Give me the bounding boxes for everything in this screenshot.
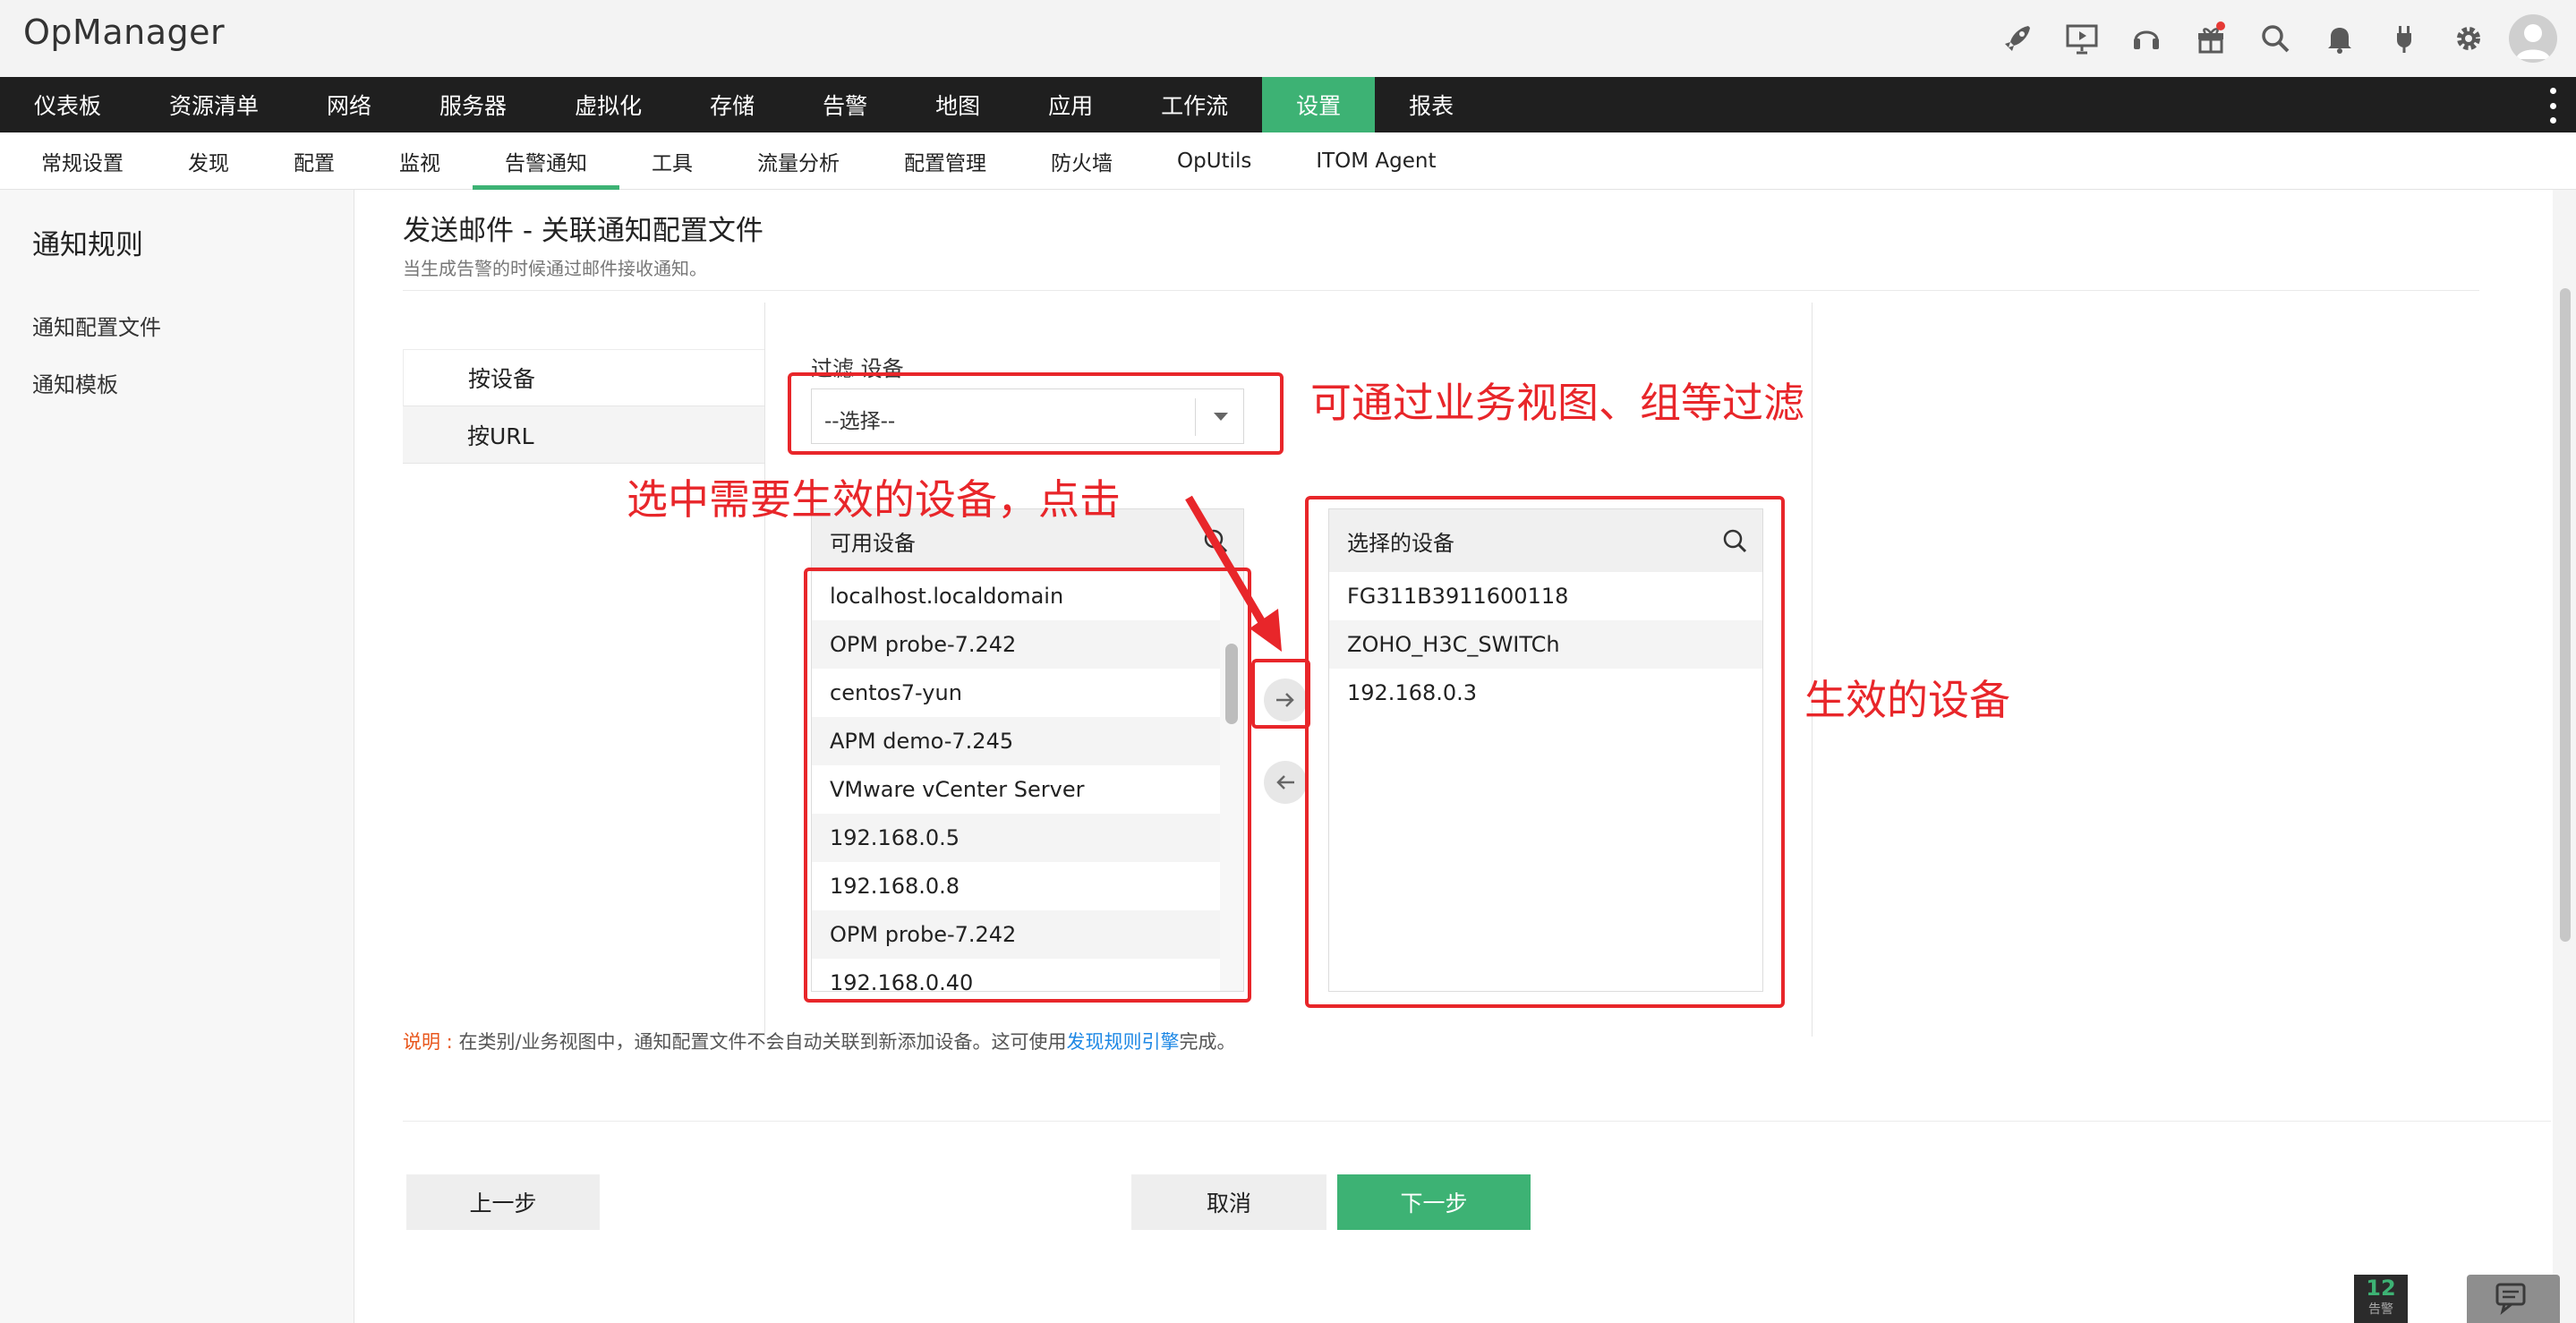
app-logo[interactable]: OpManager (23, 13, 225, 52)
association-tabs: 按设备 按URL (403, 349, 764, 464)
list-header-label: 可用设备 (830, 530, 916, 556)
prev-button[interactable]: 上一步 (406, 1174, 600, 1230)
gift-icon[interactable] (2179, 13, 2243, 64)
annotation-box-move-button (1251, 659, 1310, 729)
discovery-rule-link[interactable]: 发现规则引擎 (1067, 1031, 1180, 1053)
annotation-box-available (804, 568, 1251, 1003)
gear-icon[interactable] (2436, 13, 2501, 64)
user-avatar-icon[interactable] (2501, 13, 2565, 64)
alarm-count-badge[interactable]: 12 告警 (2354, 1275, 2408, 1323)
note-label: 说明 : (403, 1031, 453, 1053)
plug-icon[interactable] (2372, 13, 2436, 64)
nav-alarms[interactable]: 告警 (789, 77, 901, 132)
presentation-icon[interactable] (2050, 13, 2114, 64)
subnav-tools[interactable]: 工具 (619, 132, 725, 190)
annotation-effective-note: 生效的设备 (1804, 676, 2010, 724)
subnav-oputils[interactable]: OpUtils (1145, 132, 1284, 190)
subnav-flow-analysis[interactable]: 流量分析 (725, 132, 872, 190)
note-text: 在类别/业务视图中，通知配置文件不会自动关联到新添加设备。这可使用 (452, 1031, 1067, 1053)
sidebar-item-profiles[interactable]: 通知配置文件 (32, 310, 161, 341)
subnav-config-mgmt[interactable]: 配置管理 (872, 132, 1019, 190)
nav-apps[interactable]: 应用 (1014, 77, 1127, 132)
next-button[interactable]: 下一步 (1337, 1174, 1531, 1230)
subnav-itom-agent[interactable]: ITOM Agent (1284, 132, 1468, 190)
sidebar-title: 通知规则 (32, 229, 143, 261)
alarm-count-label: 告警 (2368, 1302, 2393, 1317)
nav-settings[interactable]: 设置 (1262, 77, 1376, 132)
nav-dashboard[interactable]: 仪表板 (0, 77, 135, 132)
sidebar-item-templates[interactable]: 通知模板 (32, 367, 118, 398)
tab-by-device[interactable]: 按设备 (403, 349, 764, 406)
search-icon[interactable] (2243, 13, 2307, 64)
subnav-discovery[interactable]: 发现 (156, 132, 261, 190)
chat-icon (2495, 1283, 2526, 1315)
page-title: 发送邮件 - 关联通知配置文件 (403, 215, 763, 247)
subnav-firewall[interactable]: 防火墙 (1019, 132, 1145, 190)
search-icon[interactable] (1202, 527, 1229, 554)
headset-icon[interactable] (2114, 13, 2179, 64)
nav-virtualization[interactable]: 虚拟化 (541, 77, 676, 132)
sidebar: 通知规则 通知配置文件 通知模板 (0, 190, 354, 1323)
tab-by-url[interactable]: 按URL (403, 406, 764, 464)
annotation-box-selected (1305, 496, 1785, 1008)
bell-icon[interactable] (2307, 13, 2372, 64)
subnav-monitoring[interactable]: 监视 (367, 132, 473, 190)
subnav-general[interactable]: 常规设置 (9, 132, 156, 190)
nav-workflow[interactable]: 工作流 (1127, 77, 1262, 132)
nav-reports[interactable]: 报表 (1375, 77, 1488, 132)
divider (403, 1121, 2551, 1122)
scrollbar-thumb[interactable] (2560, 288, 2571, 942)
chat-button[interactable] (2467, 1275, 2560, 1323)
more-menu-icon[interactable] (2544, 88, 2562, 124)
note-tail: 完成。 (1179, 1031, 1236, 1053)
divider (764, 303, 765, 1037)
annotation-filter-note: 可通过业务视图、组等过滤 (1310, 379, 1804, 427)
nav-inventory[interactable]: 资源清单 (135, 77, 293, 132)
nav-servers[interactable]: 服务器 (405, 77, 541, 132)
header-icon-bar (1985, 13, 2565, 64)
info-note: 说明 : 在类别/业务视图中，通知配置文件不会自动关联到新添加设备。这可使用发现… (403, 1028, 1236, 1054)
subnav-notifications[interactable]: 告警通知 (473, 132, 619, 190)
divider (403, 290, 2479, 291)
page-scrollbar[interactable] (2553, 190, 2576, 1323)
sub-nav: 常规设置 发现 配置 监视 告警通知 工具 流量分析 配置管理 防火墙 OpUt… (0, 132, 2576, 190)
page-subtitle: 当生成告警的时候通过邮件接收通知。 (403, 258, 707, 279)
cancel-button[interactable]: 取消 (1131, 1174, 1326, 1230)
arrow-left-icon (1276, 775, 1294, 790)
rocket-icon[interactable] (1985, 13, 2050, 64)
nav-maps[interactable]: 地图 (901, 77, 1014, 132)
nav-network[interactable]: 网络 (293, 77, 405, 132)
alarm-count: 12 (2366, 1276, 2396, 1301)
notification-dot (2216, 21, 2225, 30)
subnav-config[interactable]: 配置 (261, 132, 367, 190)
main-nav: 仪表板 资源清单 网络 服务器 虚拟化 存储 告警 地图 应用 工作流 设置 报… (0, 77, 2576, 132)
top-header: OpManager (0, 0, 2576, 77)
annotation-box-filter (788, 372, 1284, 455)
annotation-select-note: 选中需要生效的设备，点击 (627, 475, 1121, 524)
move-left-button[interactable] (1264, 761, 1307, 804)
nav-storage[interactable]: 存储 (676, 77, 789, 132)
